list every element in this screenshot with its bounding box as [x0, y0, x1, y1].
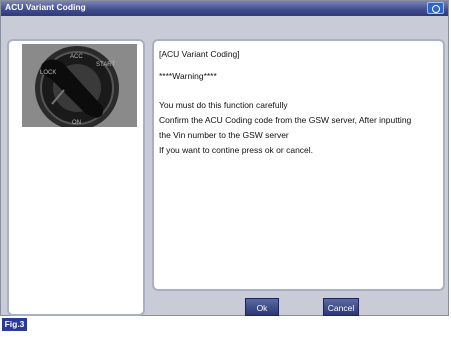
message-heading: [ACU Variant Coding] — [159, 49, 240, 59]
message-line-3: the Vin number to the GSW server — [159, 130, 289, 140]
message-line-4: If you want to contine press ok or cance… — [159, 145, 314, 155]
camera-icon[interactable] — [427, 2, 444, 14]
title-bar: ACU Variant Coding — [1, 1, 448, 16]
ok-button[interactable]: Ok — [245, 298, 279, 316]
message-line-2: Confirm the ACU Coding code from the GSW… — [159, 115, 412, 125]
svg-text:ON: ON — [72, 120, 81, 126]
svg-text:ACC: ACC — [70, 54, 83, 60]
ignition-key-switch-image: LOCK ACC START ON — [22, 44, 137, 127]
figure-label: Fig.3 — [2, 318, 27, 331]
warning-text: ****Warning**** — [159, 71, 217, 81]
dialog-window: ACU Variant Coding LOCK ACC START ON [AC… — [0, 0, 449, 316]
cancel-button[interactable]: Cancel — [323, 298, 359, 316]
message-line-1: You must do this function carefully — [159, 100, 288, 110]
window-title: ACU Variant Coding — [5, 2, 86, 12]
svg-text:START: START — [96, 62, 115, 68]
message-panel: [ACU Variant Coding] ****Warning**** You… — [152, 39, 445, 291]
svg-text:LOCK: LOCK — [40, 70, 56, 76]
image-panel: LOCK ACC START ON — [7, 39, 145, 316]
